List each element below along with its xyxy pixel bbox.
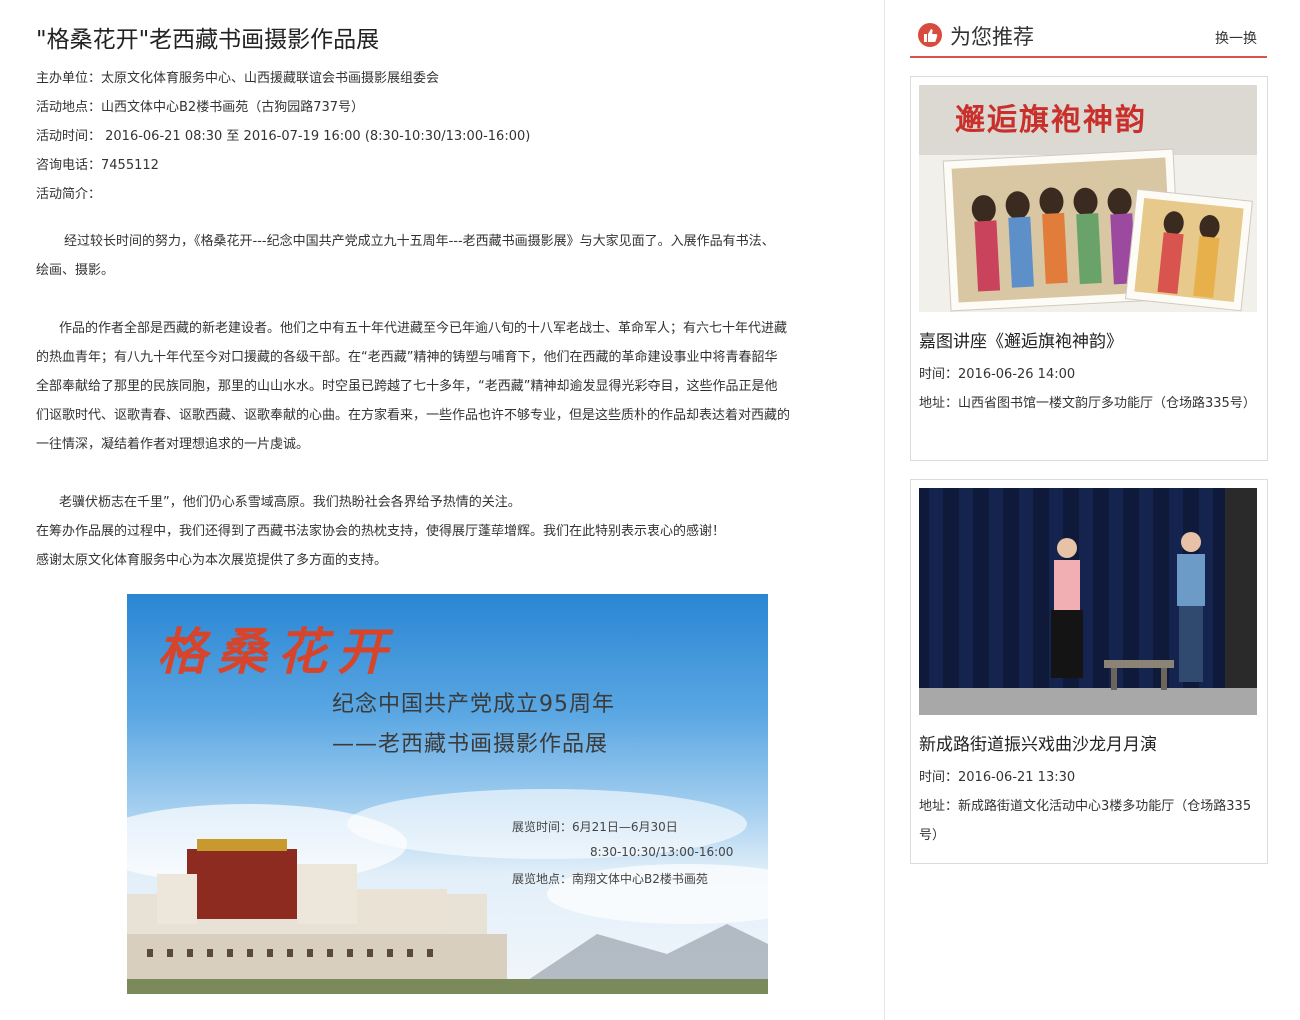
opera-salon-image[interactable] xyxy=(919,488,1257,715)
card-info: 时间：2016-06-21 13:30 地址：新成路街道文化活动中心3楼多功能厅… xyxy=(919,763,1264,850)
card-info: 时间：2016-06-26 14:00 地址：山西省图书馆一楼文韵厅多功能厅（仓… xyxy=(919,360,1264,418)
paragraph-3-line: 老骥伏枥志在千里”，他们仍心系雪域高原。我们热盼社会各界给予热情的关注。 xyxy=(59,495,521,510)
recommend-card[interactable]: 邂逅旗袍神韵 嘉图讲座《邂逅旗袍神韵》 时间：2016-06-26 14:00 … xyxy=(910,76,1268,461)
poster-exhibit-location: 展览地点：南翔文体中心B2楼书画苑 xyxy=(512,872,708,886)
card-address: 地址：新成路街道文化活动中心3楼多功能厅（仓场路335号） xyxy=(919,799,1252,843)
intro-label: 活动简介： xyxy=(36,187,102,202)
refresh-button[interactable]: 换一换 xyxy=(1215,28,1257,48)
recommend-title: 为您推荐 xyxy=(950,25,1034,49)
recommend-header: 为您推荐 换一换 xyxy=(910,18,1267,58)
column-divider xyxy=(884,0,885,1020)
poster-title: 格桑花开 xyxy=(157,622,397,681)
paragraph-3-line: 在筹办作品展的过程中，我们还得到了西藏书法家协会的热枕支持，使得展厅蓬荜增辉。我… xyxy=(36,524,726,539)
paragraph-2-line: 作品的作者全部是西藏的新老建设者。他们之中有五十年代进藏至今已年逾八旬的十八军老… xyxy=(59,321,788,336)
organizer-row: 主办单位：太原文化体育服务中心、山西援藏联谊会书画摄影展组委会 xyxy=(36,71,440,86)
card-address: 地址：山西省图书馆一楼文韵厅多功能厅（仓场路335号） xyxy=(919,396,1256,411)
qipao-image-caption: 邂逅旗袍神韵 xyxy=(955,103,1147,138)
paragraph-2-line: 的热血青年；有八九十年代至今对口援藏的各级干部。在“老西藏”精神的铸塑与哺育下，… xyxy=(36,350,778,365)
poster-exhibit-hours: 8:30-10:30/13:00-16:00 xyxy=(590,845,734,859)
card-time: 时间：2016-06-26 14:00 xyxy=(919,367,1076,382)
thumbs-up-icon xyxy=(918,23,942,47)
poster-subtitle: 纪念中国共产党成立95周年 xyxy=(332,692,615,717)
card-title[interactable]: 嘉图讲座《邂逅旗袍神韵》 xyxy=(919,327,1123,352)
recommend-card[interactable]: 新成路街道振兴戏曲沙龙月月演 时间：2016-06-21 13:30 地址：新成… xyxy=(910,479,1268,864)
paragraph-2-line: 一往情深，凝结着作者对理想追求的一片虔诚。 xyxy=(36,437,310,452)
paragraph-3-line: 感谢太原文化体育服务中心为本次展览提供了多方面的支持。 xyxy=(36,553,388,568)
event-poster-image: 格桑花开 纪念中国共产党成立95周年 ——老西藏书画摄影作品展 展览时间：6月2… xyxy=(127,594,768,994)
time-row: 活动时间： 2016-06-21 08:30 至 2016-07-19 16:0… xyxy=(36,129,531,144)
article-body: 经过较长时间的努力，《格桑花开---纪念中国共产党成立九十五周年---老西藏书画… xyxy=(36,227,866,575)
phone-row: 咨询电话：7455112 xyxy=(36,158,159,173)
location-row: 活动地点：山西文体中心B2楼书画苑（古狗园路737号） xyxy=(36,100,365,115)
paragraph-2-line: 全部奉献给了那里的民族同胞，那里的山山水水。时空虽已跨越了七十多年，“老西藏”精… xyxy=(36,379,778,394)
qipao-lecture-image[interactable]: 邂逅旗袍神韵 xyxy=(919,85,1257,312)
paragraph-1-line: 经过较长时间的努力，《格桑花开---纪念中国共产党成立九十五周年---老西藏书画… xyxy=(64,234,775,249)
card-time: 时间：2016-06-21 13:30 xyxy=(919,770,1076,785)
page-title: "格桑花开"老西藏书画摄影作品展 xyxy=(36,27,380,53)
event-meta: 主办单位：太原文化体育服务中心、山西援藏联谊会书画摄影展组委会 活动地点：山西文… xyxy=(36,68,876,213)
paragraph-1-line: 绘画、摄影。 xyxy=(36,263,115,278)
main-content: "格桑花开"老西藏书画摄影作品展 主办单位：太原文化体育服务中心、山西援藏联谊会… xyxy=(0,0,884,1020)
card-title[interactable]: 新成路街道振兴戏曲沙龙月月演 xyxy=(919,730,1157,755)
poster-exhibit-dates: 展览时间：6月21日—6月30日 xyxy=(512,820,678,834)
paragraph-2-line: 们讴歌时代、讴歌青春、讴歌西藏、讴歌奉献的心曲。在方家看来，一些作品也许不够专业… xyxy=(36,408,791,423)
poster-subtitle: ——老西藏书画摄影作品展 xyxy=(332,732,609,757)
